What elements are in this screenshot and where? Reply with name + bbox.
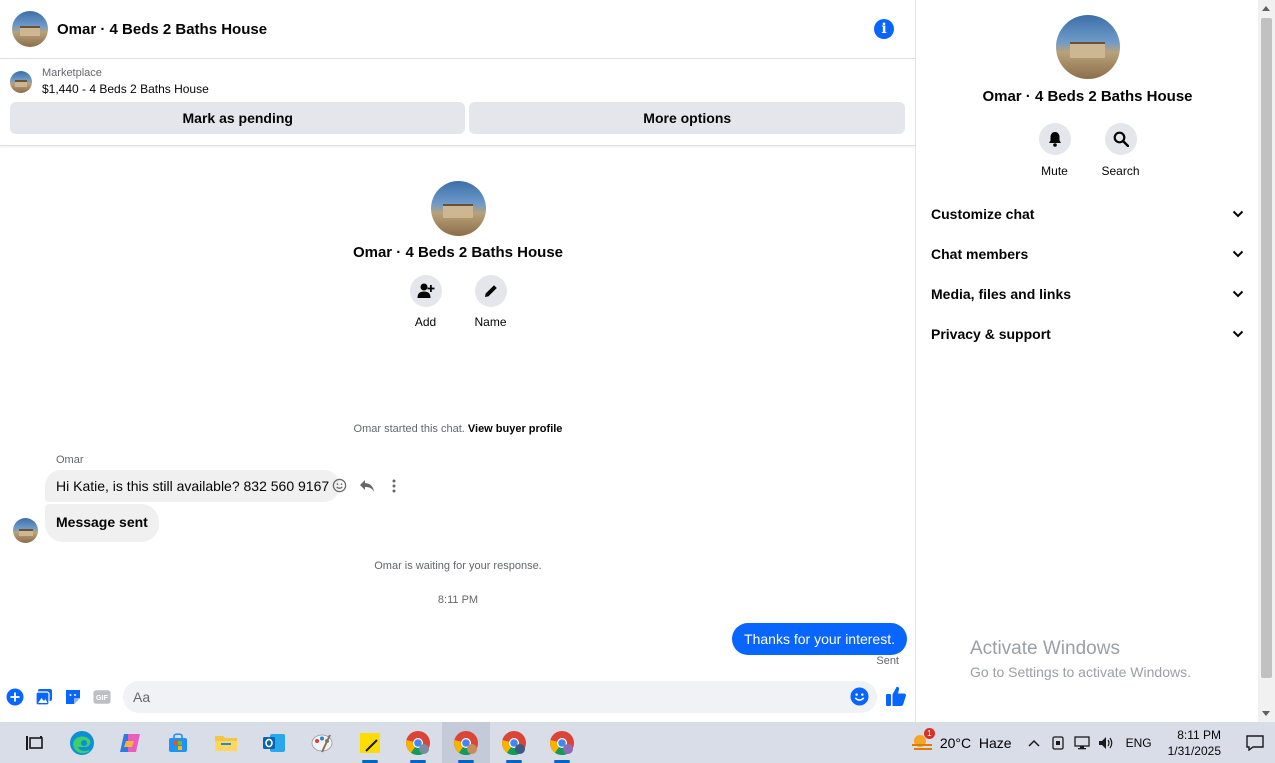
chat-members-section[interactable]: Chat members [917,234,1258,274]
view-buyer-profile-link[interactable]: View buyer profile [468,423,563,435]
chat-header: Omar · 4 Beds 2 Baths House i [0,0,915,59]
chrome-icon[interactable] [394,722,442,763]
search-button[interactable]: Search [1101,123,1140,178]
add-people-button[interactable]: Add [409,275,442,329]
chat-title[interactable]: Omar · 4 Beds 2 Baths House [57,21,267,38]
sent-status: Sent [876,655,899,667]
watermark-title: Activate Windows [970,638,1120,659]
paint-icon[interactable] [298,722,346,763]
emoji-icon[interactable] [850,687,869,706]
page-scrollbar[interactable] [1258,0,1275,722]
marketplace-bar: Marketplace $1,440 - 4 Beds 2 Baths Hous… [0,59,915,146]
chrome-icon[interactable] [490,722,538,763]
message-timestamp: 8:11 PM [437,594,479,606]
chrome-icon[interactable] [442,722,490,763]
sender-avatar[interactable] [13,518,38,543]
bell-icon [1048,132,1061,147]
waiting-notice: Omar is waiting for your response. [374,560,542,572]
reply-icon[interactable] [358,477,375,494]
clock-time: 8:11 PM [1177,727,1221,742]
info-sections: Customize chat Chat members Media, files… [917,194,1258,354]
sticky-notes-icon[interactable] [346,722,394,763]
section-label: Chat members [931,246,1029,262]
chat-started-notice: Omar started this chat. View buyer profi… [0,423,916,435]
chat-intro: Omar · 4 Beds 2 Baths House Add Name [0,181,916,329]
chevron-down-icon [1232,290,1244,298]
conversation-info-panel: Omar · 4 Beds 2 Baths House Mute Search … [917,0,1258,722]
search-icon [1113,131,1129,147]
react-icon[interactable] [331,477,348,494]
clock-date: 1/31/2025 [1167,743,1221,758]
weather-badge: 1 [923,727,935,739]
scroll-down-arrow[interactable] [1262,711,1270,716]
marketplace-label: Marketplace [42,67,102,79]
mute-label: Mute [1041,164,1068,178]
sender-name: Omar [56,454,84,466]
chevron-down-icon [1232,210,1244,218]
outgoing-message[interactable]: Thanks for your interest. [732,623,907,655]
gif-icon[interactable]: GIF [93,688,111,706]
copilot-icon[interactable] [106,722,154,763]
edge-icon[interactable] [58,722,106,763]
outlook-icon[interactable] [250,722,298,763]
mute-button[interactable]: Mute [1038,123,1072,178]
intro-name: Omar · 4 Beds 2 Baths House [352,244,564,261]
system-tray: 1 20°C Haze ENG 8:11 PM 1/31/2025 [900,722,1275,763]
chrome-icon[interactable] [538,722,586,763]
customize-chat-section[interactable]: Customize chat [917,194,1258,234]
listing-thumbnail[interactable] [10,70,32,93]
sticker-icon[interactable] [64,688,82,706]
photo-icon[interactable] [35,688,53,706]
incoming-message[interactable]: Hi Katie, is this still available? 832 5… [45,470,341,502]
chat-started-text: Omar started this chat. [353,423,465,435]
chat-panel: Omar · 4 Beds 2 Baths House i Marketplac… [0,0,916,722]
media-files-links-section[interactable]: Media, files and links [917,274,1258,314]
scroll-thumb[interactable] [1261,18,1272,678]
chevron-down-icon [1232,250,1244,258]
plus-icon[interactable] [6,688,24,706]
volume-icon[interactable] [1094,722,1118,763]
svg-text:GIF: GIF [96,693,109,702]
more-icon[interactable] [385,477,402,494]
store-icon[interactable] [154,722,202,763]
intro-avatar [430,181,486,236]
search-label: Search [1101,164,1140,178]
name-chat-button[interactable]: Name [474,275,507,329]
clock[interactable]: 8:11 PM 1/31/2025 [1160,727,1235,759]
mark-as-pending-button[interactable]: Mark as pending [10,102,466,134]
thumbs-up-icon[interactable] [885,685,907,707]
activation-watermark: Activate Windows Go to Settings to activ… [970,638,1191,680]
info-icon[interactable]: i [874,19,894,39]
listing-title[interactable]: $1,440 - 4 Beds 2 Baths House [42,82,209,96]
language-indicator[interactable]: ENG [1118,736,1160,750]
scroll-up-arrow[interactable] [1262,6,1270,11]
privacy-support-section[interactable]: Privacy & support [917,314,1258,354]
more-options-button[interactable]: More options [469,102,905,134]
device-icon[interactable] [1046,722,1070,763]
info-avatar [1055,15,1120,79]
add-label: Add [414,315,437,329]
task-view-icon[interactable] [10,722,58,763]
network-icon[interactable] [1070,722,1094,763]
notification-icon[interactable] [1235,722,1275,763]
composer: GIF [0,680,916,714]
chevron-down-icon [1232,330,1244,338]
weather-text: 20°C Haze [939,734,1012,751]
taskbar: 1 20°C Haze ENG 8:11 PM 1/31/2025 [0,722,1275,763]
chat-avatar[interactable] [12,11,48,47]
pencil-icon [484,285,497,297]
incoming-message[interactable]: Message sent [45,504,159,542]
message-input[interactable] [123,681,877,713]
file-explorer-icon[interactable] [202,722,250,763]
add-person-icon [417,283,434,298]
section-label: Privacy & support [931,326,1051,342]
weather-widget[interactable]: 1 20°C Haze [900,727,1022,754]
chevron-up-icon[interactable] [1022,722,1046,763]
message-actions [331,477,402,494]
section-label: Customize chat [931,206,1035,222]
section-label: Media, files and links [931,286,1072,302]
name-label: Name [474,315,507,329]
watermark-subtitle: Go to Settings to activate Windows. [970,664,1191,680]
info-name: Omar · 4 Beds 2 Baths House [982,88,1193,105]
